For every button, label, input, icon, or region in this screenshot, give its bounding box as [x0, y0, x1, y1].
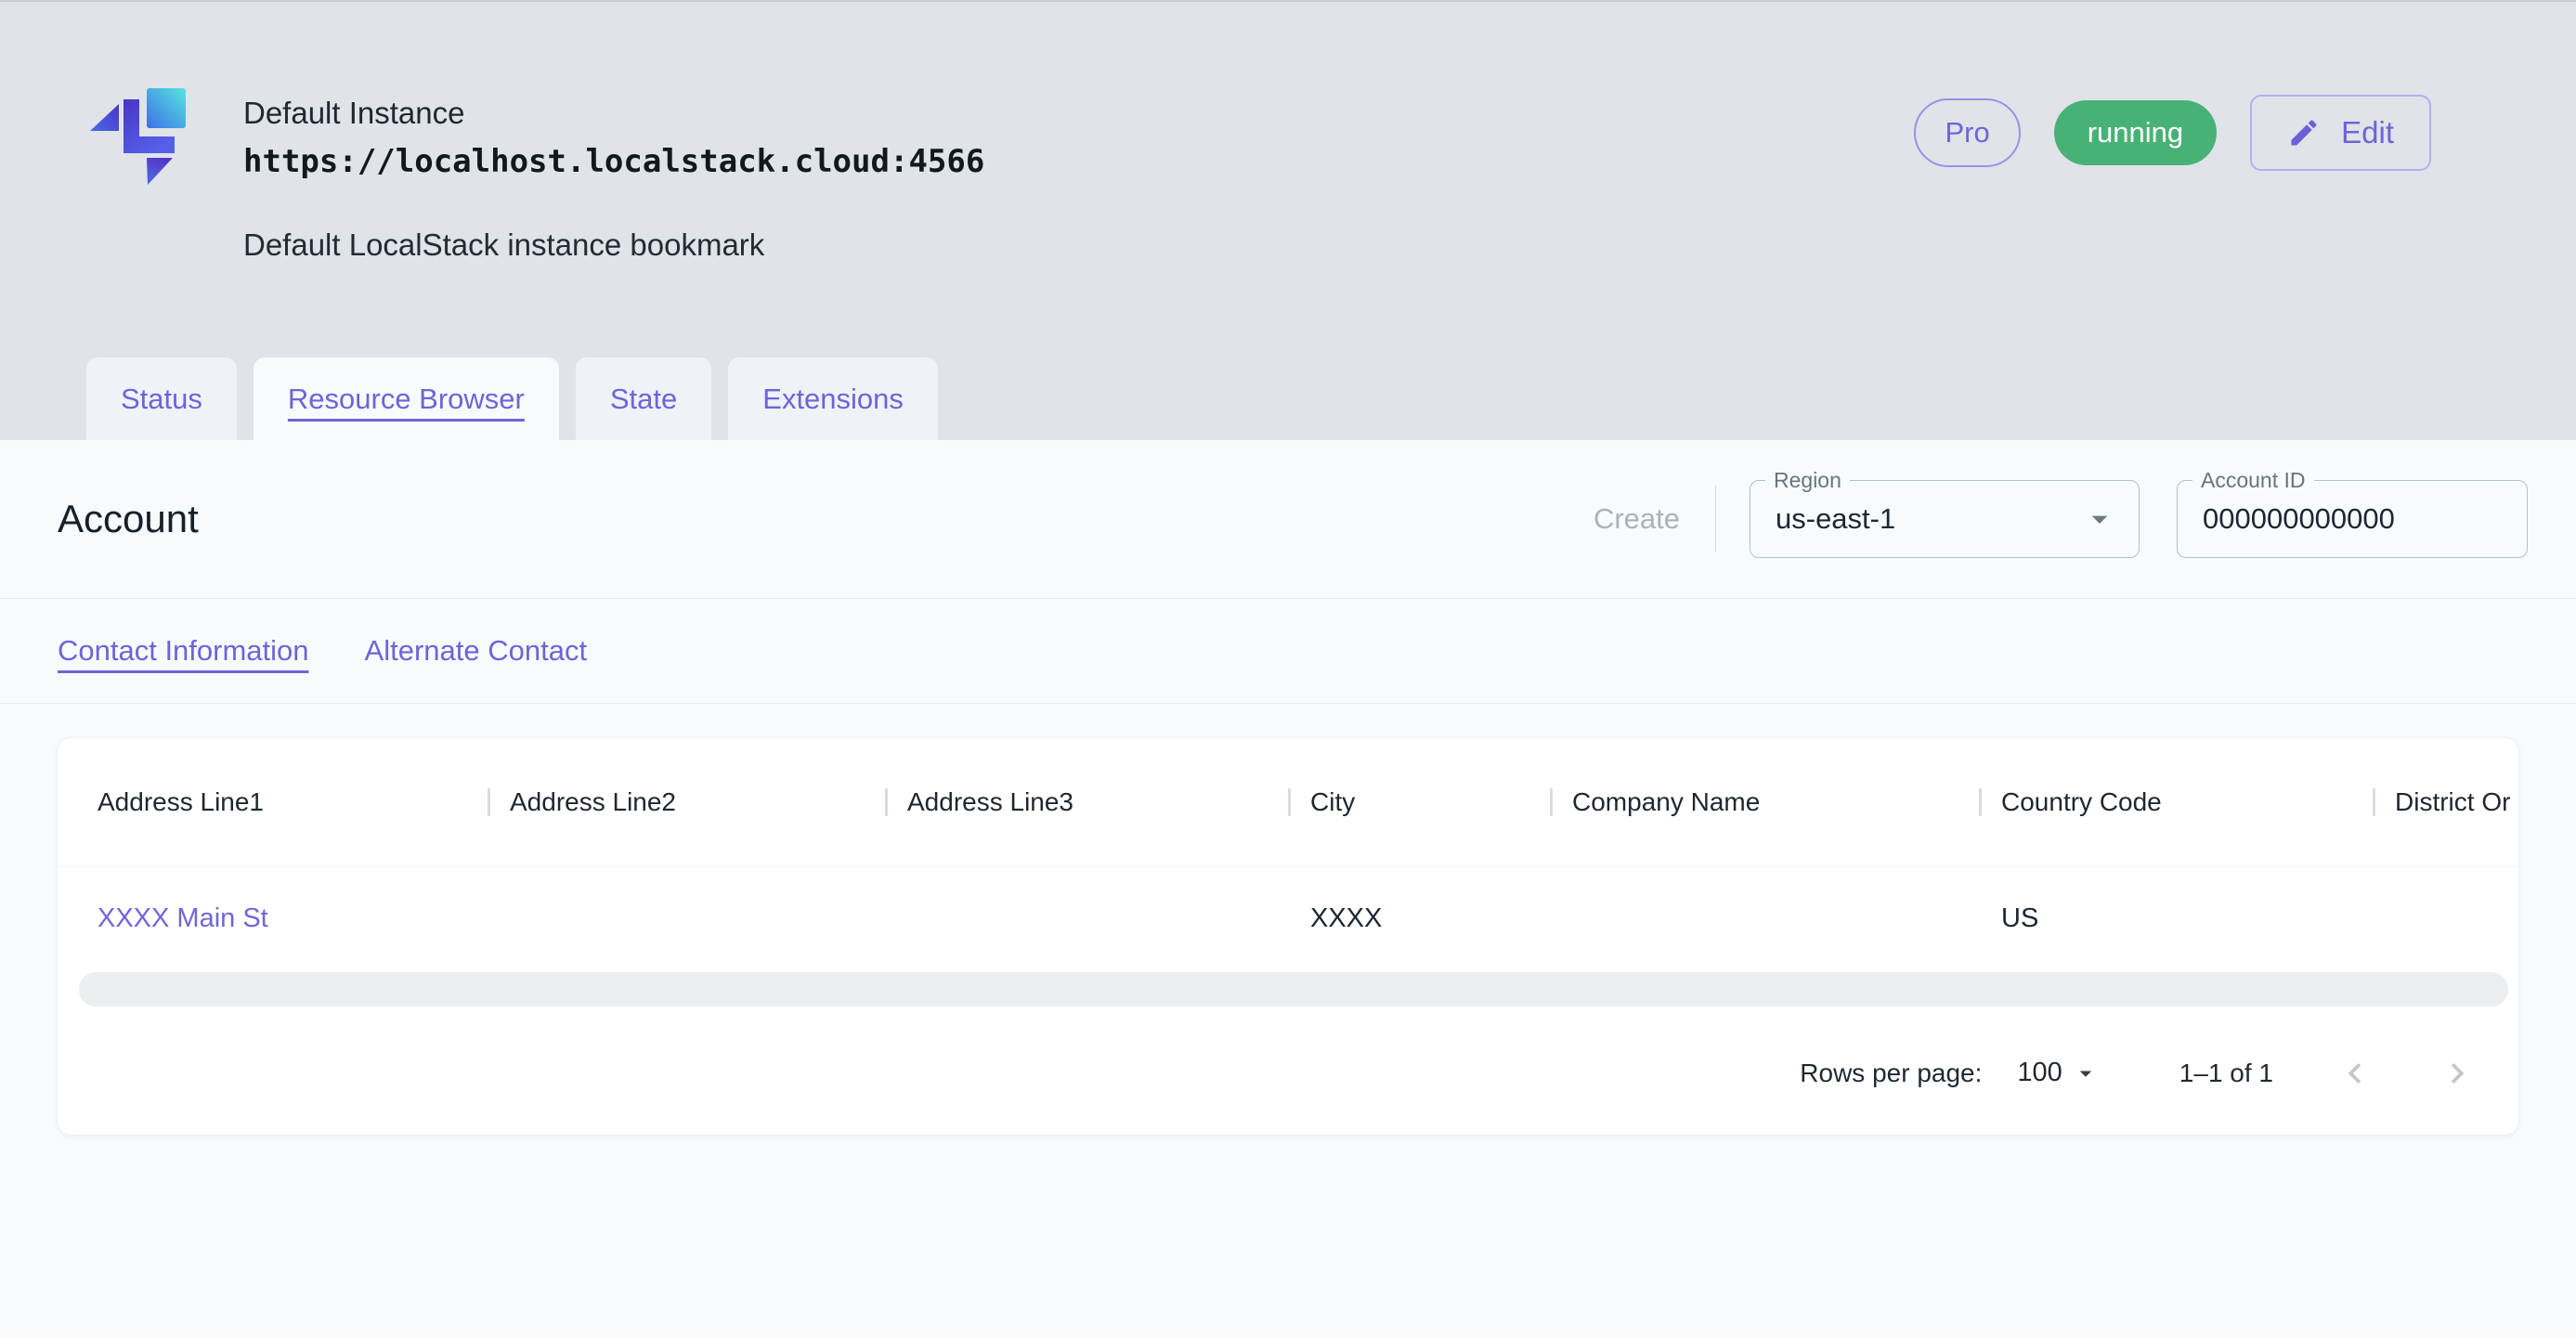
rows-per-page-label: Rows per page:: [1800, 1059, 1982, 1088]
region-select[interactable]: Region us-east-1: [1750, 480, 2140, 558]
pro-badge: Pro: [1914, 98, 2020, 167]
column-header-country-code[interactable]: Country Code: [1979, 738, 2373, 866]
subtab-alternate-contact[interactable]: Alternate Contact: [365, 634, 588, 668]
tab-state[interactable]: State: [576, 357, 711, 440]
edit-instance-button[interactable]: Edit: [2250, 95, 2431, 171]
rows-per-page-value: 100: [2017, 1058, 2062, 1088]
create-button[interactable]: Create: [1584, 502, 1689, 536]
cell-address-line2: [488, 867, 885, 969]
tab-status[interactable]: Status: [86, 357, 237, 440]
cell-country-code: US: [1979, 867, 2373, 969]
column-header-address-line2[interactable]: Address Line2: [488, 738, 885, 866]
header-badges: Pro running Edit: [1914, 95, 2431, 171]
column-header-city[interactable]: City: [1288, 738, 1550, 866]
chevron-down-icon: [2081, 500, 2118, 538]
status-badge: running: [2054, 100, 2217, 165]
instance-title-block: Default Instance https://localhost.local…: [243, 95, 984, 264]
region-select-value: us-east-1: [1776, 502, 1895, 536]
account-id-value: 000000000000: [2203, 502, 2395, 536]
account-subtab-bar: Contact Information Alternate Contact: [0, 599, 2576, 704]
column-header-address-line1[interactable]: Address Line1: [58, 738, 488, 866]
table-header-row: Address Line1 Address Line2 Address Line…: [58, 738, 2518, 867]
rows-per-page-select[interactable]: 100: [2017, 1058, 2099, 1088]
horizontal-scrollbar-track: [58, 969, 2518, 1011]
instance-description: Default LocalStack instance bookmark: [243, 227, 984, 264]
instance-header: Default Instance https://localhost.local…: [0, 0, 2576, 440]
tab-extensions[interactable]: Extensions: [728, 357, 938, 440]
instance-name: Default Instance: [243, 95, 984, 132]
subtab-contact-information[interactable]: Contact Information: [58, 634, 309, 668]
column-header-company-name[interactable]: Company Name: [1550, 738, 1979, 866]
toolbar-divider: [1715, 486, 1716, 552]
horizontal-scrollbar-thumb[interactable]: [79, 972, 2508, 1007]
cell-district: [2373, 867, 2518, 969]
instance-tab-bar: Status Resource Browser State Extensions: [86, 357, 938, 440]
cell-company-name: [1550, 867, 1979, 969]
chevron-left-icon: [2335, 1053, 2375, 1094]
page-title: Account: [58, 497, 199, 541]
cell-address-line3: [885, 867, 1288, 969]
table-row[interactable]: XXXX Main St XXXX US: [58, 867, 2518, 969]
chevron-down-icon: [2072, 1059, 2100, 1087]
contact-information-table-card: Address Line1 Address Line2 Address Line…: [58, 738, 2518, 1135]
pro-badge-label: Pro: [1945, 116, 1989, 149]
column-header-address-line3[interactable]: Address Line3: [885, 738, 1288, 866]
chevron-right-icon: [2437, 1053, 2478, 1094]
table-pagination: Rows per page: 100 1–1 of 1: [58, 1011, 2518, 1135]
previous-page-button[interactable]: [2335, 1053, 2375, 1094]
pagination-range: 1–1 of 1: [2179, 1059, 2273, 1088]
cell-city: XXXX: [1288, 867, 1550, 969]
status-badge-label: running: [2088, 116, 2183, 149]
account-id-label: Account ID: [2192, 468, 2314, 492]
localstack-instance-page: Default Instance https://localhost.local…: [0, 0, 2576, 1338]
column-header-district[interactable]: District Or: [2373, 738, 2518, 866]
edit-button-label: Edit: [2341, 115, 2394, 150]
tab-resource-browser[interactable]: Resource Browser: [254, 357, 559, 440]
localstack-logo-icon: [90, 88, 189, 188]
resource-toolbar: Account Create Region us-east-1 Account …: [0, 440, 2576, 599]
cell-address-line1-link[interactable]: XXXX Main St: [58, 867, 488, 969]
pencil-icon: [2287, 116, 2321, 149]
next-page-button[interactable]: [2437, 1053, 2478, 1094]
instance-url: https://localhost.localstack.cloud:4566: [243, 143, 984, 181]
resource-browser-panel: Account Create Region us-east-1 Account …: [0, 440, 2576, 1135]
account-id-input[interactable]: Account ID 000000000000: [2177, 480, 2528, 558]
region-select-label: Region: [1765, 468, 1850, 492]
